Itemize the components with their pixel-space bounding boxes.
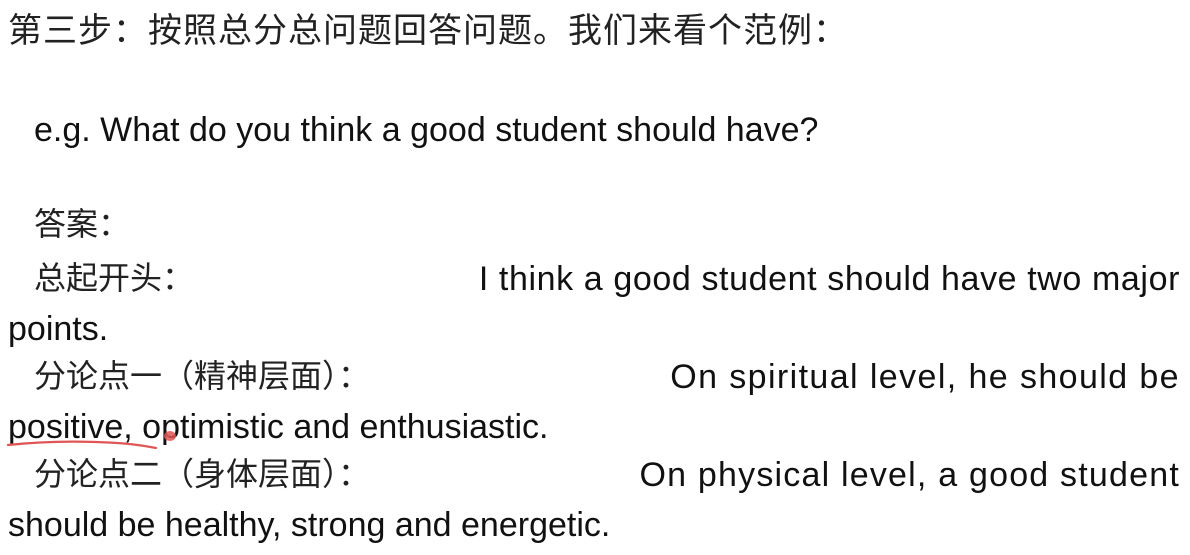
step-heading: 第三步：按照总分总问题回答问题。我们来看个范例： [8,11,848,51]
point-two-label: 分论点二（身体层面）： [34,455,371,493]
example-question: e.g. What do you think a good student sh… [34,111,819,149]
document-page: 第三步：按照总分总问题回答问题。我们来看个范例： e.g. What do yo… [0,0,1190,555]
point-two-text-line2: should be healthy, strong and energetic. [8,506,611,544]
point-one-text-line1: On spiritual level, he should be [670,358,1180,396]
point-one-line: 分论点一（精神层面）： On spiritual level, he shoul… [8,360,1180,394]
opening-line: 总起开头： I think a good student should have… [8,262,1180,296]
opening-text-line1: I think a good student should have two m… [478,260,1180,298]
point-two-text-line1: On physical level, a good student [639,456,1180,494]
answer-label: 答案： [34,205,131,243]
point-one-label: 分论点一（精神层面）： [34,357,371,395]
red-dot-mark [164,431,176,441]
point-two-line: 分论点二（身体层面）： On physical level, a good st… [8,458,1180,492]
opening-label: 总起开头： [34,259,195,297]
opening-text-line2: points. [8,310,109,348]
handwritten-underline [6,440,158,450]
